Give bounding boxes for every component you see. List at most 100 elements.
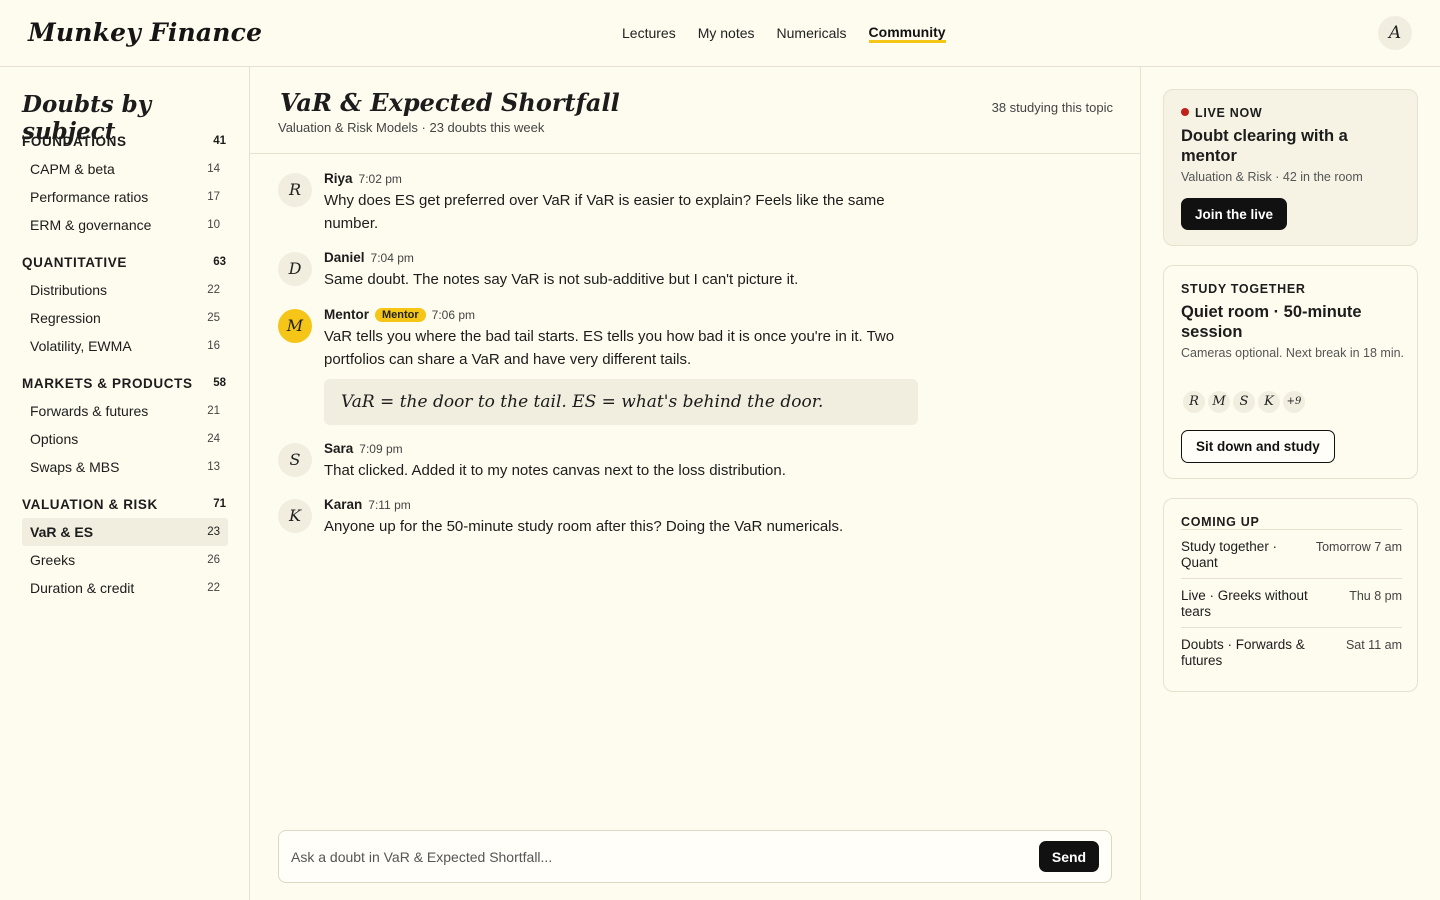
list-item[interactable]: Live · Greeks without tears Thu 8 pm: [1181, 578, 1402, 627]
live-title: Doubt clearing with a mentor: [1181, 127, 1348, 165]
event-name: Study together · Quant: [1181, 539, 1278, 570]
sidebar-item-distributions[interactable]: Distributions 22: [22, 276, 228, 304]
send-button[interactable]: Send: [1039, 841, 1099, 872]
event-name: Doubts · Forwards & futures: [1181, 637, 1305, 668]
sidebar-item-label: VaR & ES: [30, 524, 94, 540]
avatar: S: [278, 443, 312, 477]
sidebar-item-label: Performance ratios: [30, 189, 149, 205]
sidebar-item-count: 17: [207, 191, 220, 203]
nav-numericals[interactable]: Numericals: [777, 25, 847, 43]
sidebar-item-erm-governance[interactable]: ERM & governance 10: [22, 211, 228, 239]
message-time: 7:02 pm: [358, 171, 402, 186]
sidebar-item-count: 16: [207, 340, 220, 352]
live-now-card: LIVE NOW Doubt clearing with a mentor Va…: [1163, 89, 1418, 246]
studying-count: 38 studying this topic: [991, 100, 1113, 115]
list-item[interactable]: Study together · Quant Tomorrow 7 am: [1181, 529, 1402, 578]
list-item[interactable]: Doubts · Forwards & futures Sat 11 am: [1181, 627, 1402, 676]
message-author[interactable]: Daniel: [324, 250, 365, 265]
event-time: Thu 8 pm: [1349, 589, 1402, 603]
message-item: S Sara 7:09 pm That clicked. Added it to…: [278, 441, 918, 481]
topic-header: VaR & Expected Shortfall Valuation & Ris…: [250, 67, 1141, 154]
message-meta: Sara 7:09 pm: [324, 441, 403, 456]
sidebar-item-count: 14: [207, 163, 220, 175]
study-together-card: STUDY TOGETHER Quiet room · 50-minute se…: [1163, 265, 1418, 479]
sidebar-item-swaps-mbs[interactable]: Swaps & MBS 13: [22, 453, 228, 481]
message-author[interactable]: Karan: [324, 497, 362, 512]
sidebar-item-capm-beta[interactable]: CAPM & beta 14: [22, 155, 228, 183]
logo[interactable]: Munkey Finance: [28, 18, 262, 47]
sidebar-item-var-es[interactable]: VaR & ES 23: [22, 518, 228, 546]
live-dot-icon: [1181, 108, 1189, 116]
nav-community[interactable]: Community: [868, 25, 946, 43]
message-text: That clicked. Added it to my notes canva…: [324, 462, 786, 479]
sidebar-item-count: 26: [207, 554, 220, 566]
main-nav: Lectures My notes Numericals Community: [622, 25, 946, 43]
sit-down-study-button[interactable]: Sit down and study: [1181, 430, 1335, 463]
sidebar-item-performance-ratios[interactable]: Performance ratios 17: [22, 183, 228, 211]
user-avatar[interactable]: A: [1378, 16, 1412, 50]
mentor-quote: VaR = the door to the tail. ES = what's …: [324, 379, 918, 425]
sidebar-item-label: Forwards & futures: [30, 403, 149, 419]
message-item: K Karan 7:11 pm Anyone up for the 50-min…: [278, 497, 918, 537]
coming-eyebrow: COMING UP: [1181, 515, 1260, 529]
message-meta: Daniel 7:04 pm: [324, 250, 414, 265]
more-participants: +9: [1281, 389, 1307, 415]
sidebar-item-count: 24: [207, 433, 220, 445]
group-header[interactable]: FOUNDATIONS 41: [22, 127, 228, 155]
message-author[interactable]: Mentor: [324, 307, 369, 322]
subject-sidebar: Doubts by subject FOUNDATIONS 41 CAPM & …: [0, 67, 250, 900]
group-quantitative: QUANTITATIVE 63 Distributions 22 Regress…: [22, 248, 228, 360]
avatar: D: [278, 252, 312, 286]
participant-avatars: R M S K +9: [1181, 389, 1307, 415]
sidebar-item-label: Swaps & MBS: [30, 459, 120, 475]
group-header[interactable]: QUANTITATIVE 63: [22, 248, 228, 276]
message-time: 7:04 pm: [370, 250, 414, 265]
doubt-composer: Send: [278, 830, 1112, 883]
sidebar-item-label: Regression: [30, 310, 101, 326]
coming-up-card: COMING UP Study together · Quant Tomorro…: [1163, 498, 1418, 692]
avatar: M: [1206, 389, 1232, 415]
topic-title: VaR & Expected Shortfall: [280, 88, 620, 117]
avatar: S: [1231, 389, 1257, 415]
sidebar-item-duration-credit[interactable]: Duration & credit 22: [22, 574, 228, 602]
sidebar-item-greeks[interactable]: Greeks 26: [22, 546, 228, 574]
sidebar-item-count: 21: [207, 405, 220, 417]
join-live-button[interactable]: Join the live: [1181, 198, 1288, 230]
message-time: 7:06 pm: [431, 307, 476, 322]
nav-lectures[interactable]: Lectures: [622, 25, 676, 43]
sidebar-item-volatility-ewma[interactable]: Volatility, EWMA 16: [22, 332, 228, 360]
sidebar-item-label: ERM & governance: [30, 217, 152, 233]
group-foundations: FOUNDATIONS 41 CAPM & beta 14 Performanc…: [22, 127, 228, 239]
group-header[interactable]: VALUATION & RISK 71: [22, 490, 228, 518]
sidebar-item-count: 25: [207, 312, 220, 324]
nav-my-notes[interactable]: My notes: [698, 25, 755, 43]
avatar: R: [1181, 389, 1207, 415]
message-author[interactable]: Sara: [324, 441, 353, 456]
live-label: LIVE NOW: [1195, 106, 1263, 120]
group-name: FOUNDATIONS: [22, 133, 127, 149]
sidebar-item-forwards-futures[interactable]: Forwards & futures 21: [22, 397, 228, 425]
topic-subtitle: Valuation & Risk Models · 23 doubts this…: [278, 120, 545, 135]
avatar: M: [278, 309, 312, 343]
group-count: 41: [213, 135, 226, 147]
message-text: Why does ES get preferred over VaR if Va…: [324, 192, 885, 232]
group-valuation-risk: VALUATION & RISK 71 VaR & ES 23 Greeks 2…: [22, 490, 228, 602]
message-meta: Karan 7:11 pm: [324, 497, 411, 512]
message-time: 7:09 pm: [359, 441, 403, 456]
study-title: Quiet room · 50-minute session: [1181, 303, 1362, 341]
group-count: 58: [213, 377, 226, 389]
study-eyebrow: STUDY TOGETHER: [1181, 282, 1306, 296]
upcoming-list: Study together · Quant Tomorrow 7 am Liv…: [1181, 529, 1402, 676]
doubt-input[interactable]: [291, 846, 991, 868]
message-author[interactable]: Riya: [324, 171, 353, 186]
group-name: VALUATION & RISK: [22, 496, 158, 512]
event-name: Live · Greeks without tears: [1181, 588, 1308, 619]
group-header[interactable]: MARKETS & PRODUCTS 58: [22, 369, 228, 397]
avatar: K: [278, 499, 312, 533]
event-time: Tomorrow 7 am: [1315, 540, 1402, 554]
avatar: R: [278, 173, 312, 207]
message-meta: Mentor Mentor 7:06 pm: [324, 307, 475, 322]
sidebar-item-count: 22: [207, 582, 220, 594]
sidebar-item-options[interactable]: Options 24: [22, 425, 228, 453]
sidebar-item-regression[interactable]: Regression 25: [22, 304, 228, 332]
